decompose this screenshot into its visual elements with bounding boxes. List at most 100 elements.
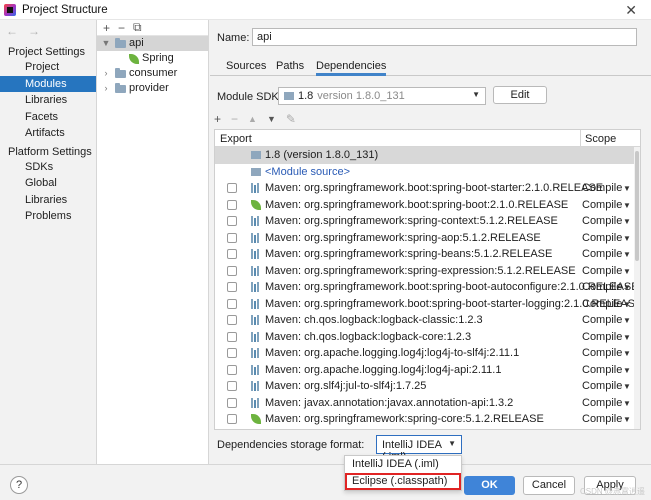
nav-item-artifacts[interactable]: Artifacts	[0, 125, 96, 142]
dependency-row[interactable]: Maven: org.springframework:spring-expres…	[215, 263, 640, 280]
chevron-down-icon[interactable]: ▼	[623, 184, 631, 193]
nav-item-sdks[interactable]: SDKs	[0, 159, 96, 176]
export-checkbox[interactable]	[227, 364, 237, 375]
export-checkbox[interactable]	[227, 249, 237, 259]
export-checkbox[interactable]	[227, 216, 237, 226]
scope-value[interactable]: Compile	[582, 215, 622, 227]
scope-value[interactable]: Compile	[582, 380, 622, 392]
chevron-down-icon[interactable]: ▼	[623, 267, 631, 276]
scope-value[interactable]: Compile	[582, 199, 622, 211]
dependency-row[interactable]: Maven: org.springframework:spring-beans:…	[215, 246, 640, 263]
tab-dependencies[interactable]: Dependencies	[316, 60, 387, 76]
chevron-down-icon[interactable]: ▼	[623, 201, 631, 210]
export-checkbox[interactable]	[227, 282, 237, 292]
tree-item-api[interactable]: ▼ api	[97, 36, 208, 51]
tree-item-provider[interactable]: › provider	[97, 81, 208, 96]
column-header-scope[interactable]: Scope	[585, 133, 616, 145]
tree-item-consumer[interactable]: › consumer	[97, 66, 208, 81]
move-up-icon[interactable]: ▲	[248, 114, 257, 124]
option-intellij-iml[interactable]: IntelliJ IDEA (.iml)	[345, 456, 461, 473]
dependency-row[interactable]: Maven: ch.qos.logback:logback-core:1.2.3…	[215, 329, 640, 346]
edit-dependency-icon[interactable]: ✎	[286, 112, 296, 126]
chevron-down-icon[interactable]: ▼	[623, 382, 631, 391]
scope-value[interactable]: Compile	[582, 281, 622, 293]
dependency-row[interactable]: Maven: org.springframework:spring-contex…	[215, 213, 640, 230]
dependency-row[interactable]: <Module source>	[215, 164, 640, 181]
nav-item-problems[interactable]: Problems	[0, 208, 96, 225]
scope-value[interactable]: Compile	[582, 248, 622, 260]
dependency-row[interactable]: Maven: org.springframework.boot:spring-b…	[215, 279, 640, 296]
chevron-down-icon[interactable]: ▼	[623, 283, 631, 292]
nav-item-libraries[interactable]: Libraries	[0, 92, 96, 109]
scope-value[interactable]: Compile	[582, 331, 622, 343]
scope-value[interactable]: Compile	[582, 413, 622, 425]
chevron-down-icon[interactable]: ▼	[623, 399, 631, 408]
tab-paths[interactable]: Paths	[276, 60, 304, 72]
scope-value[interactable]: Compile	[582, 232, 622, 244]
export-checkbox[interactable]	[227, 348, 237, 358]
add-icon[interactable]: +	[103, 21, 110, 35]
export-checkbox[interactable]	[227, 298, 237, 309]
back-arrow-icon[interactable]: ←	[6, 24, 18, 38]
chevron-down-icon[interactable]: ▼	[623, 316, 631, 325]
chevron-right-icon[interactable]: ›	[101, 81, 111, 96]
module-sdk-select[interactable]: 1.8 version 1.8.0_131 ▼	[278, 87, 486, 105]
edit-sdk-button[interactable]: Edit	[493, 86, 547, 104]
remove-dependency-icon[interactable]: −	[231, 112, 238, 126]
dependency-row[interactable]: Maven: org.springframework:spring-aop:5.…	[215, 230, 640, 247]
export-checkbox[interactable]	[227, 265, 237, 276]
chevron-down-icon[interactable]: ▼	[623, 349, 631, 358]
export-checkbox[interactable]	[227, 397, 237, 408]
export-checkbox[interactable]	[227, 414, 237, 424]
scope-value[interactable]: Compile	[582, 364, 622, 376]
tree-item-spring[interactable]: Spring	[97, 51, 208, 66]
export-checkbox[interactable]	[227, 199, 237, 210]
ok-button[interactable]: OK	[464, 476, 515, 495]
dependency-row[interactable]: Maven: javax.annotation:javax.annotation…	[215, 395, 640, 412]
chevron-down-icon[interactable]: ▼	[101, 36, 111, 51]
chevron-down-icon[interactable]: ▼	[623, 366, 631, 375]
chevron-down-icon[interactable]: ▼	[623, 217, 631, 226]
export-checkbox[interactable]	[227, 315, 237, 325]
option-eclipse-classpath[interactable]: Eclipse (.classpath)	[345, 473, 461, 490]
add-dependency-icon[interactable]: +	[214, 112, 221, 126]
nav-item-facets[interactable]: Facets	[0, 109, 96, 126]
dependency-row[interactable]: Maven: ch.qos.logback:logback-classic:1.…	[215, 312, 640, 329]
chevron-down-icon[interactable]: ▼	[623, 415, 631, 424]
chevron-down-icon[interactable]: ▼	[623, 250, 631, 259]
forward-arrow-icon[interactable]: →	[28, 24, 40, 38]
module-name-input[interactable]: api	[252, 28, 637, 46]
export-checkbox[interactable]	[227, 232, 237, 243]
column-header-export[interactable]: Export	[220, 133, 252, 145]
vertical-scrollbar[interactable]	[634, 147, 640, 429]
move-down-icon[interactable]: ▼	[267, 114, 276, 124]
dependency-row[interactable]: Maven: org.slf4j:jul-to-slf4j:1.7.25 Comp…	[215, 378, 640, 395]
nav-item-global-libraries[interactable]: Global Libraries	[0, 175, 96, 206]
chevron-down-icon[interactable]: ▼	[623, 234, 631, 243]
dependency-row[interactable]: Maven: org.springframework.boot:spring-b…	[215, 180, 640, 197]
close-icon[interactable]: ✕	[625, 2, 637, 19]
dependency-row[interactable]: Maven: org.apache.logging.log4j:log4j-to…	[215, 345, 640, 362]
storage-format-select[interactable]: IntelliJ IDEA (.iml) ▼	[376, 435, 462, 463]
chevron-right-icon[interactable]: ›	[101, 66, 111, 81]
dependency-row[interactable]: 1.8 (version 1.8.0_131)	[215, 147, 640, 164]
tab-sources[interactable]: Sources	[226, 60, 266, 72]
dependency-row[interactable]: Maven: org.springframework:spring-core:5…	[215, 411, 640, 428]
dependency-row[interactable]: Maven: org.apache.logging.log4j:log4j-ap…	[215, 362, 640, 379]
chevron-down-icon[interactable]: ▼	[623, 300, 631, 309]
cancel-button[interactable]: Cancel	[523, 476, 575, 495]
chevron-down-icon[interactable]: ▼	[623, 333, 631, 342]
nav-item-project[interactable]: Project	[0, 59, 96, 76]
scope-value[interactable]: Compile	[582, 347, 622, 359]
help-button[interactable]: ?	[10, 476, 28, 494]
export-checkbox[interactable]	[227, 331, 237, 342]
scope-value[interactable]: Compile	[582, 182, 622, 194]
dependency-row[interactable]: Maven: org.springframework.boot:spring-b…	[215, 197, 640, 214]
export-checkbox[interactable]	[227, 183, 237, 193]
scope-value[interactable]: Compile	[582, 397, 622, 409]
copy-icon[interactable]: ⧉	[133, 20, 142, 35]
dependency-row[interactable]: Maven: org.springframework.boot:spring-b…	[215, 296, 640, 313]
nav-item-modules[interactable]: Modules	[0, 75, 96, 92]
scope-value[interactable]: Compile	[582, 314, 622, 326]
scrollbar-thumb[interactable]	[635, 151, 639, 261]
